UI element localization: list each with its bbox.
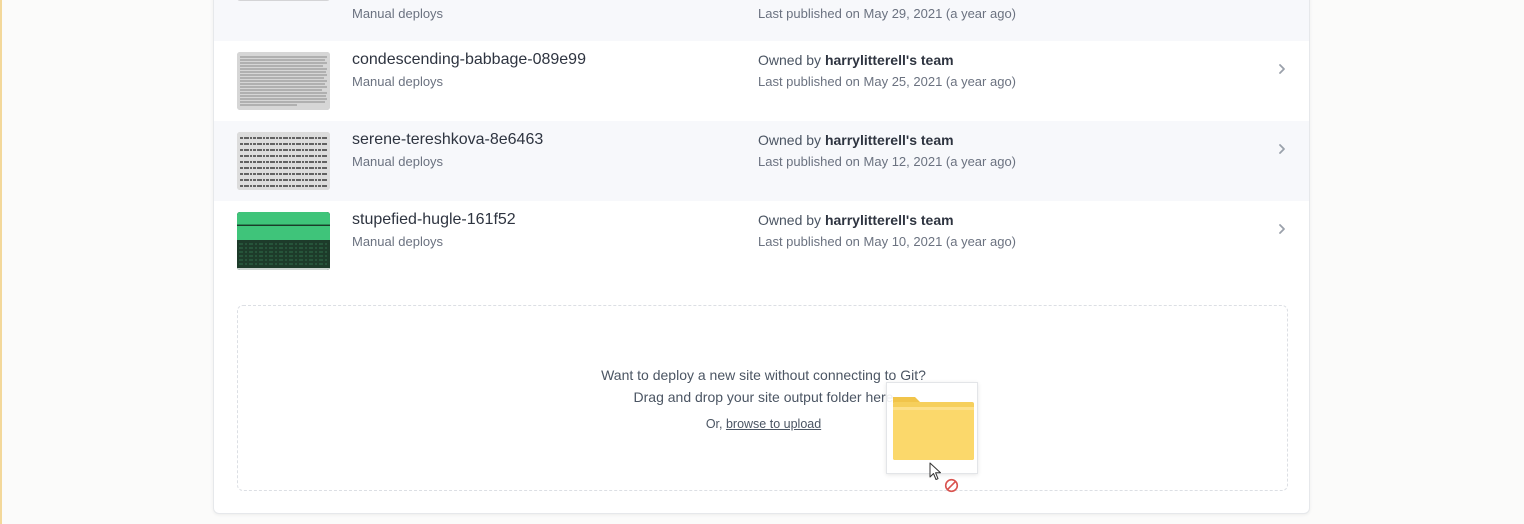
site-thumbnail-lorem-pattern — [237, 132, 330, 190]
dropzone-browse-line: Or, browse to upload — [238, 417, 1289, 431]
no-drop-icon — [944, 478, 959, 493]
site-thumbnail-green-pattern — [237, 212, 330, 270]
chevron-right-icon[interactable] — [1276, 63, 1288, 75]
chevron-right-icon[interactable] — [1276, 223, 1288, 235]
chevron-right-icon[interactable] — [1276, 143, 1288, 155]
site-owner: Owned by harrylitterell's team — [758, 132, 954, 148]
site-published: Last published on May 12, 2021 (a year a… — [758, 154, 1017, 169]
site-thumbnail — [237, 52, 330, 110]
owner-team: harrylitterell's team — [824, 212, 954, 228]
site-thumbnail-text-pattern — [237, 52, 330, 110]
site-row[interactable]: Manual deploys Last published on May 29,… — [214, 0, 1309, 41]
dropzone-instruction: Drag and drop your site output folder he… — [633, 389, 894, 405]
site-deploy-type: Manual deploys — [352, 234, 444, 249]
site-owner: Owned by harrylitterell's team — [758, 52, 954, 68]
site-deploy-type: Manual deploys — [352, 74, 444, 89]
sites-panel: Manual deploys Last published on May 29,… — [213, 0, 1310, 514]
site-thumbnail — [237, 0, 330, 1]
dragged-folder-ghost — [886, 382, 978, 474]
owner-prefix: Owned by — [758, 212, 822, 228]
site-owner: Owned by harrylitterell's team — [758, 212, 954, 228]
browse-to-upload-link[interactable]: browse to upload — [726, 417, 821, 431]
site-published: Last published on May 29, 2021 (a year a… — [758, 6, 1017, 21]
deploy-dropzone[interactable]: Want to deploy a new site without connec… — [237, 305, 1288, 491]
site-name[interactable]: stupefied-hugle-161f52 — [352, 211, 516, 229]
owner-prefix: Owned by — [758, 52, 822, 68]
site-published: Last published on May 10, 2021 (a year a… — [758, 234, 1017, 249]
site-name[interactable]: condescending-babbage-089e99 — [352, 51, 586, 69]
owner-prefix: Owned by — [758, 132, 822, 148]
dropzone-heading: Want to deploy a new site without connec… — [601, 367, 926, 383]
site-deploy-type: Manual deploys — [352, 6, 444, 21]
site-deploy-type: Manual deploys — [352, 154, 444, 169]
site-row[interactable]: stupefied-hugle-161f52 Manual deploys Ow… — [214, 201, 1309, 281]
site-row[interactable]: condescending-babbage-089e99 Manual depl… — [214, 41, 1309, 121]
site-row[interactable]: serene-tereshkova-8e6463 Manual deploys … — [214, 121, 1309, 201]
owner-team: harrylitterell's team — [824, 52, 954, 68]
site-thumbnail — [237, 212, 330, 270]
page-edge — [0, 0, 2, 524]
dropzone-or-prefix: Or, — [705, 417, 723, 431]
mouse-cursor-icon — [929, 462, 941, 480]
site-thumbnail — [237, 132, 330, 190]
owner-team: harrylitterell's team — [824, 132, 954, 148]
site-published: Last published on May 25, 2021 (a year a… — [758, 74, 1017, 89]
site-name[interactable]: serene-tereshkova-8e6463 — [352, 131, 543, 149]
